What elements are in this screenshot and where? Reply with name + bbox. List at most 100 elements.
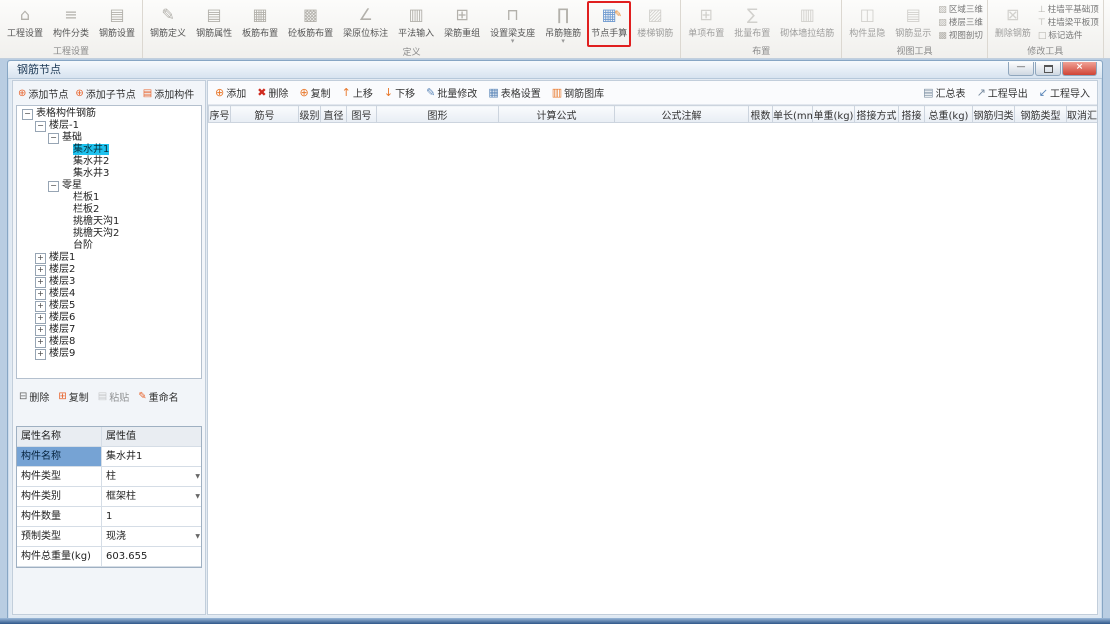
tree-action-button[interactable]: ⊞复制 — [58, 389, 88, 404]
column-header[interactable]: 序号 — [209, 106, 231, 123]
expand-toggle-icon[interactable]: + — [35, 289, 46, 300]
tree-toolbar-button[interactable]: ⊕添加子节点 — [75, 86, 135, 101]
ribbon-button[interactable]: ▤钢筋属性 — [192, 1, 236, 47]
table-toolbar-button[interactable]: ▤汇总表 — [923, 85, 965, 100]
ribbon-button-small[interactable]: ⊥柱墙平基础顶 — [1038, 4, 1099, 16]
ribbon-button[interactable]: ≡构件分类 — [49, 1, 93, 46]
close-button[interactable]: × — [1062, 62, 1097, 76]
tree-item[interactable]: +楼层3 — [17, 276, 201, 288]
tree-toolbar-button[interactable]: ⊕添加节点 — [18, 86, 68, 101]
table-toolbar-button[interactable]: ⊕添加 — [215, 85, 246, 100]
column-header[interactable]: 单长(mm) — [773, 106, 813, 123]
minimize-button[interactable]: — — [1008, 62, 1034, 76]
ribbon-button-small[interactable]: □标记选件 — [1038, 30, 1099, 42]
ribbon-button[interactable]: ∏吊筋箍筋▾ — [541, 1, 585, 47]
table-toolbar-button[interactable]: ↓下移 — [384, 85, 415, 100]
column-header[interactable]: 计算公式 — [499, 106, 615, 123]
table-toolbar-button[interactable]: ▦表格设置 — [488, 85, 540, 100]
ribbon-button[interactable]: ◫构件显隐 — [845, 1, 889, 46]
column-header[interactable]: 筋号 — [231, 106, 299, 123]
ribbon-button[interactable]: ▥平法输入 — [394, 1, 438, 47]
ribbon-button-small[interactable]: ▧区域三维 — [938, 4, 983, 16]
ribbon-button[interactable]: ▤钢筋显示 — [891, 1, 935, 46]
expand-toggle-icon[interactable]: + — [35, 349, 46, 360]
table-toolbar-button[interactable]: ✎批量修改 — [426, 85, 477, 100]
ribbon-button[interactable]: ▥砌体墙拉结筋 — [776, 1, 838, 46]
tree-item[interactable]: +楼层2 — [17, 264, 201, 276]
restore-button[interactable] — [1035, 62, 1061, 76]
tree-item[interactable]: −基础 — [17, 132, 201, 144]
column-header[interactable]: 钢筋归类 — [973, 106, 1015, 123]
column-header[interactable]: 图号 — [347, 106, 377, 123]
collapse-toggle-icon[interactable]: − — [48, 133, 59, 144]
expand-toggle-icon[interactable]: + — [35, 325, 46, 336]
tree-action-button[interactable]: ✎重命名 — [138, 389, 178, 404]
collapse-toggle-icon[interactable]: − — [35, 121, 46, 132]
tree-item[interactable]: +楼层5 — [17, 300, 201, 312]
tree-item[interactable]: 挑檐天沟1 — [17, 216, 201, 228]
column-header[interactable]: 钢筋类型 — [1015, 106, 1067, 123]
ribbon-button[interactable]: ▨楼梯钢筋 — [633, 1, 677, 47]
ribbon-button[interactable]: ▦板筋布置 — [238, 1, 282, 47]
table-toolbar-button[interactable]: ✖删除 — [257, 85, 288, 100]
tree-item[interactable]: +楼层9 — [17, 348, 201, 360]
tree-action-button[interactable]: ⊟删除 — [19, 389, 49, 404]
tree-toolbar-button[interactable]: ▤添加构件 — [143, 86, 194, 101]
tree-item[interactable]: 集水井1 — [17, 144, 201, 156]
tree-item[interactable]: 栏板2 — [17, 204, 201, 216]
tree-item[interactable]: −表格构件钢筋 — [17, 108, 201, 120]
ribbon-button[interactable]: ⊓设置梁支座▾ — [486, 1, 539, 47]
collapse-toggle-icon[interactable]: − — [48, 181, 59, 192]
column-header[interactable]: 单重(kg) — [813, 106, 855, 123]
tree-item[interactable]: −楼层-1 — [17, 120, 201, 132]
property-value[interactable]: 现浇▼ — [102, 527, 201, 546]
expand-toggle-icon[interactable]: + — [35, 277, 46, 288]
expand-toggle-icon[interactable]: + — [35, 301, 46, 312]
column-header[interactable]: 直径 — [321, 106, 347, 123]
property-value[interactable]: 柱▼ — [102, 467, 201, 486]
tree-item[interactable]: +楼层7 — [17, 324, 201, 336]
table-toolbar-button[interactable]: ↙工程导入 — [1039, 85, 1090, 100]
ribbon-button[interactable]: ∑批量布置 — [730, 1, 774, 46]
column-header[interactable]: 取消汇总 — [1067, 106, 1098, 123]
property-value[interactable]: 1 — [102, 507, 201, 526]
column-header[interactable]: 图形 — [377, 106, 499, 123]
expand-toggle-icon[interactable]: + — [35, 265, 46, 276]
ribbon-button[interactable]: ⊠删除钢筋 — [991, 1, 1035, 46]
ribbon-button[interactable]: ▤钢筋设置 — [95, 1, 139, 46]
tree-item[interactable]: 集水井3 — [17, 168, 201, 180]
ribbon-button[interactable]: ∠梁原位标注 — [339, 1, 392, 47]
expand-toggle-icon[interactable]: + — [35, 337, 46, 348]
expand-toggle-icon[interactable]: + — [35, 313, 46, 324]
column-header[interactable]: 级别 — [299, 106, 321, 123]
column-header[interactable]: 根数 — [749, 106, 773, 123]
tree-item[interactable]: +楼层8 — [17, 336, 201, 348]
collapse-toggle-icon[interactable]: − — [22, 109, 33, 120]
tree-item[interactable]: +楼层6 — [17, 312, 201, 324]
tree-item[interactable]: +楼层4 — [17, 288, 201, 300]
table-toolbar-button[interactable]: ⊕复制 — [299, 85, 330, 100]
tree-item[interactable]: 挑檐天沟2 — [17, 228, 201, 240]
table-toolbar-button[interactable]: ↗工程导出 — [977, 85, 1028, 100]
ribbon-button[interactable]: ▦✎节点手算 — [587, 1, 631, 47]
dropdown-arrow-icon[interactable]: ▼ — [195, 487, 200, 506]
tree-item[interactable]: −零星 — [17, 180, 201, 192]
column-header[interactable]: 搭接方式 — [855, 106, 899, 123]
property-value[interactable]: 框架柱▼ — [102, 487, 201, 506]
table-toolbar-button[interactable]: ↑上移 — [342, 85, 373, 100]
ribbon-button-small[interactable]: ⊤柱墙梁平板顶 — [1038, 17, 1099, 29]
ribbon-button[interactable]: ✎钢筋定义 — [146, 1, 190, 47]
tree-item[interactable]: 栏板1 — [17, 192, 201, 204]
ribbon-button[interactable]: ⊞梁筋重组 — [440, 1, 484, 47]
ribbon-button-small[interactable]: ▩视图剖切 — [938, 30, 983, 42]
tree-item[interactable]: 集水井2 — [17, 156, 201, 168]
expand-toggle-icon[interactable]: + — [35, 253, 46, 264]
ribbon-button[interactable]: ⊞单项布置 — [684, 1, 728, 46]
ribbon-button-small[interactable]: ▨楼层三维 — [938, 17, 983, 29]
dropdown-arrow-icon[interactable]: ▼ — [195, 467, 200, 486]
property-value[interactable]: 集水井1 — [102, 447, 201, 466]
column-header[interactable]: 总重(kg) — [925, 106, 973, 123]
ribbon-button[interactable]: ⌂工程设置 — [3, 1, 47, 46]
dropdown-arrow-icon[interactable]: ▼ — [195, 527, 200, 546]
tree-action-button[interactable]: ▤粘贴 — [98, 389, 129, 404]
